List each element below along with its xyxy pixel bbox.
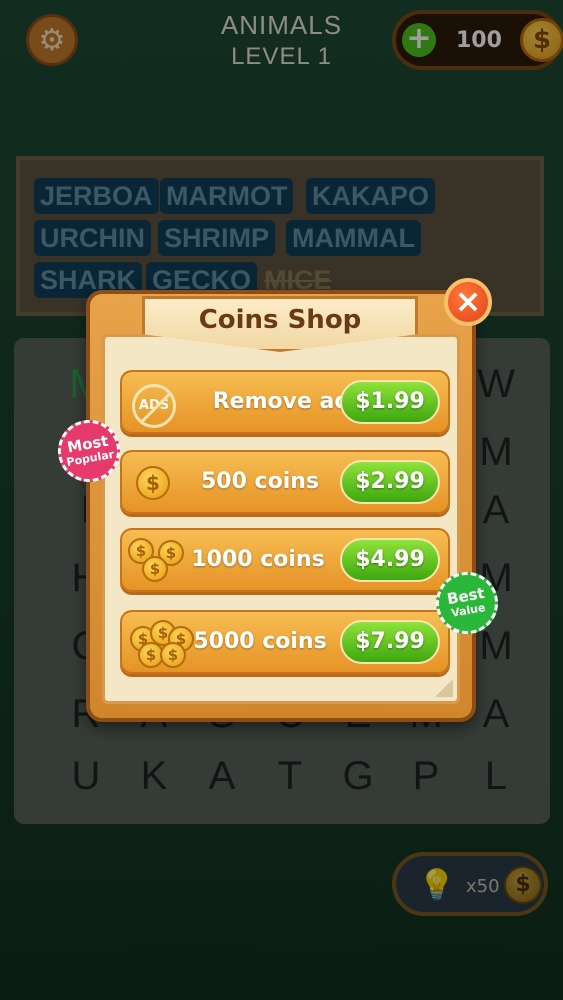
item-label: 500 coins (200, 469, 320, 494)
coins-shop-dialog: Coins Shop × ADS Remove ads $1.99 $ 500 … (86, 278, 492, 722)
shop-item-remove-ads[interactable]: ADS Remove ads $1.99 (120, 370, 450, 434)
shop-item-5000-coins[interactable]: $ $ $ $ $ 5000 coins $7.99 (120, 610, 450, 674)
shop-item-500-coins[interactable]: $ 500 coins $2.99 (120, 450, 450, 514)
shop-title: Coins Shop (198, 305, 362, 335)
buy-button[interactable]: $1.99 (340, 380, 440, 424)
paper-corner (435, 679, 453, 697)
item-label: 1000 coins (191, 547, 325, 572)
buy-button[interactable]: $4.99 (340, 538, 440, 582)
close-button[interactable]: × (444, 278, 492, 326)
item-label: 5000 coins (193, 629, 327, 654)
shop-item-1000-coins[interactable]: $ $ $ 1000 coins $4.99 (120, 528, 450, 592)
buy-button[interactable]: $7.99 (340, 620, 440, 664)
close-icon: × (454, 282, 482, 320)
buy-button[interactable]: $2.99 (340, 460, 440, 504)
